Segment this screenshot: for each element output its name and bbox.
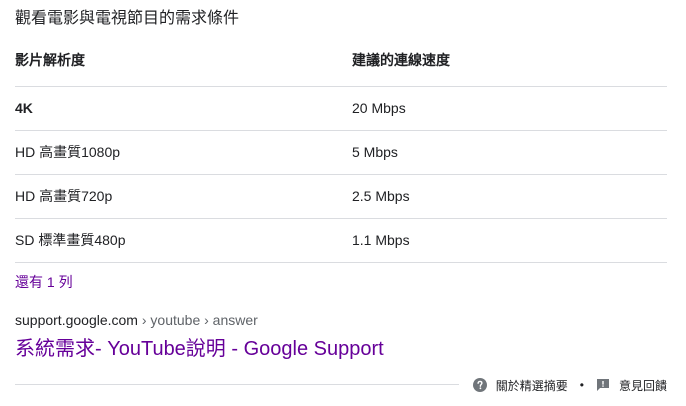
table-cell-speed: 1.1 Mbps <box>352 232 410 248</box>
footer-divider <box>15 384 459 385</box>
column-header-speed: 建議的連線速度 <box>352 52 450 68</box>
about-snippets-label: 關於精選摘要 <box>495 378 568 393</box>
table-row: HD 高畫質1080p 5 Mbps <box>15 131 667 175</box>
snippet-heading: 觀看電影與電視節目的需求條件 <box>15 10 240 27</box>
cite-breadcrumb: › youtube › answer <box>137 312 258 328</box>
feedback-link[interactable]: 意見回饋 <box>596 377 667 394</box>
snippet-footer: 關於精選摘要 • 意見回饋 <box>472 374 667 396</box>
help-circle-icon <box>472 378 487 392</box>
cite-domain: support.google.com <box>15 312 138 328</box>
table-cell-resolution: 4K <box>15 100 33 116</box>
requirements-table: 影片解析度 建議的連線速度 4K 20 Mbps HD 高畫質1080p 5 M… <box>15 38 667 263</box>
result-cite[interactable]: support.google.com › youtube › answer <box>15 310 258 330</box>
about-snippets-link[interactable]: 關於精選摘要 <box>472 377 568 394</box>
table-cell-resolution: HD 高畫質1080p <box>15 144 121 160</box>
result-title-link[interactable]: 系統需求- YouTube說明 - Google Support <box>15 335 384 363</box>
feedback-icon <box>596 378 610 392</box>
feedback-label: 意見回饋 <box>618 378 667 393</box>
column-header-resolution: 影片解析度 <box>15 52 85 68</box>
table-cell-speed: 20 Mbps <box>352 100 406 116</box>
table-cell-speed: 5 Mbps <box>352 144 398 160</box>
table-row: 4K 20 Mbps <box>15 87 667 131</box>
table-header-row: 影片解析度 建議的連線速度 <box>15 38 667 87</box>
table-row: SD 標準畫質480p 1.1 Mbps <box>15 219 667 263</box>
more-rows-link[interactable]: 還有 1 列 <box>15 272 73 292</box>
footer-separator: • <box>579 378 584 392</box>
table-cell-resolution: HD 高畫質720p <box>15 188 113 204</box>
table-row: HD 高畫質720p 2.5 Mbps <box>15 175 667 219</box>
table-cell-resolution: SD 標準畫質480p <box>15 232 126 248</box>
table-cell-speed: 2.5 Mbps <box>352 188 410 204</box>
